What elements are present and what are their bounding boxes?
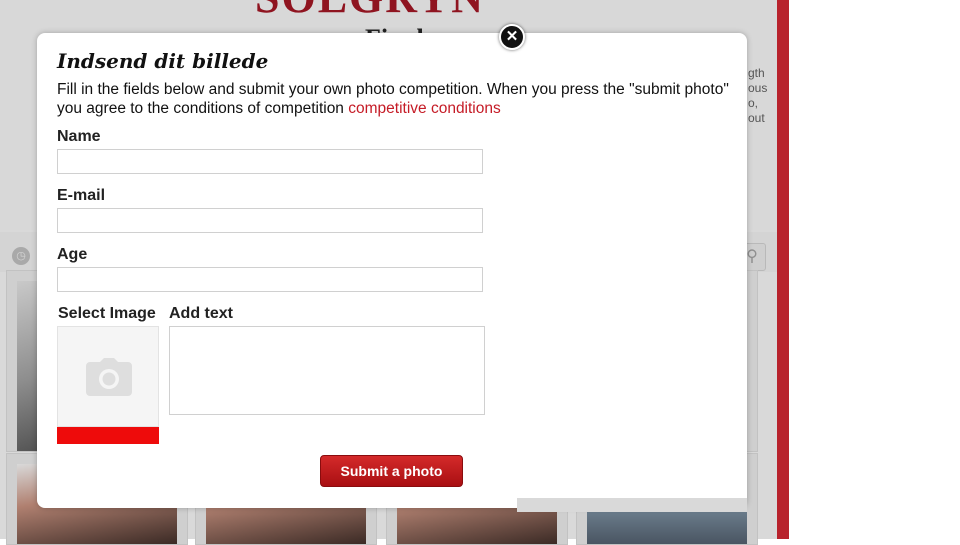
background-side-text: gth ous o, out xyxy=(748,66,767,126)
modal-corner-gap xyxy=(517,498,747,512)
right-red-bar xyxy=(777,0,789,539)
select-image-label: Select Image xyxy=(58,305,156,322)
modal-intro: Fill in the fields below and submit your… xyxy=(57,80,737,118)
add-text-label: Add text xyxy=(169,305,233,322)
add-text-field[interactable] xyxy=(169,326,485,415)
brand-logo: SOLGRYN xyxy=(255,0,525,20)
side-text-line: ous xyxy=(748,81,768,95)
side-text-line: o, xyxy=(748,96,759,110)
name-field[interactable] xyxy=(57,149,483,174)
submit-photo-modal: Indsend dit billede Fill in the fields b… xyxy=(37,33,747,508)
side-text-line: out xyxy=(748,111,765,125)
side-text-line: gth xyxy=(748,66,765,80)
image-picker[interactable] xyxy=(57,326,159,427)
competition-conditions-link[interactable]: competitive conditions xyxy=(348,100,501,117)
modal-title: Indsend dit billede xyxy=(57,49,269,73)
close-icon[interactable]: ✕ xyxy=(499,24,525,50)
image-upload-bar[interactable] xyxy=(57,427,159,444)
email-label: E-mail xyxy=(57,187,106,204)
name-label: Name xyxy=(57,128,101,145)
email-field[interactable] xyxy=(57,208,483,233)
camera-icon xyxy=(86,358,132,396)
submit-photo-button[interactable]: Submit a photo xyxy=(320,455,463,487)
age-label: Age xyxy=(57,246,88,263)
clock-icon[interactable]: ◷ xyxy=(12,247,30,265)
age-field[interactable] xyxy=(57,267,483,292)
